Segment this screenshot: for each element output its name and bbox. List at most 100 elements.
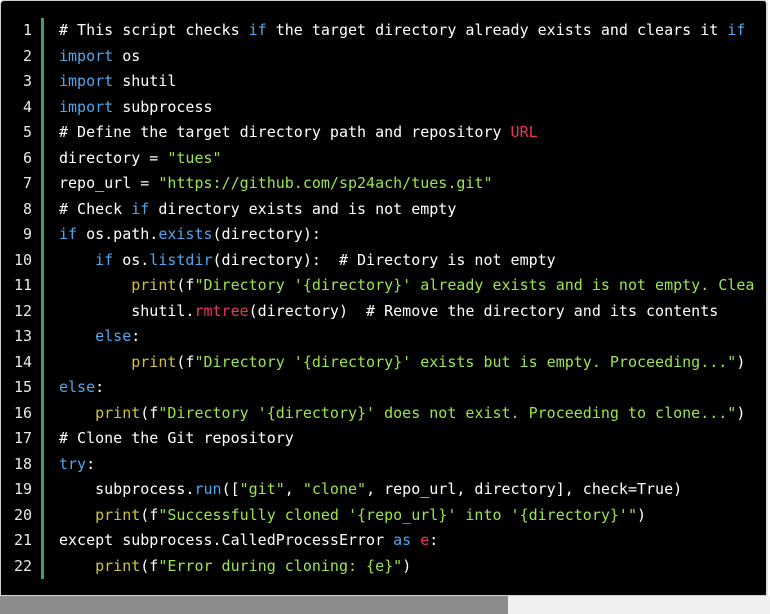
- code-token: (f: [140, 556, 159, 575]
- code-token: "Successfully cloned '{repo_url}' into '…: [158, 505, 637, 524]
- code-token: "https://github.com/sp24ach/tues.git": [158, 174, 493, 192]
- code-token: ): [636, 505, 647, 524]
- line-number: 19: [13, 480, 32, 498]
- code-token: ): [736, 352, 746, 371]
- code-token: (directory):: [212, 225, 321, 243]
- code-token: os.: [113, 250, 150, 269]
- code-editor[interactable]: 1 2 3 4 5 6 7 8 9 10 11 12 13 14 15 16 17 18 19 20 21 22 # Th…: [0, 0, 768, 596]
- line-number: 21: [13, 531, 32, 549]
- code-token: "Directory '{directory}' does not exist.…: [158, 403, 737, 422]
- line-number: 5: [22, 123, 32, 141]
- code-token: print: [95, 505, 141, 524]
- code-line[interactable]: if os.listdir(directory): # Directory is…: [59, 248, 766, 274]
- code-token: except subprocess.CalledProcessError: [59, 531, 394, 549]
- code-line[interactable]: print(f"Error during cloning: {e}"): [59, 554, 766, 580]
- code-token: directory exists and is not empty: [149, 199, 457, 218]
- code-token: print: [131, 276, 177, 294]
- code-line[interactable]: try:: [59, 452, 766, 478]
- code-token: (f: [140, 403, 159, 422]
- code-token: (f: [140, 505, 159, 524]
- code-line[interactable]: else:: [59, 375, 766, 401]
- code-token: as: [393, 531, 412, 549]
- code-token: if: [131, 199, 150, 218]
- code-token: "Directory '{directory}' already exists …: [194, 276, 755, 294]
- code-token: print: [95, 556, 141, 575]
- line-number: 7: [22, 174, 32, 192]
- line-number: 9: [22, 225, 32, 243]
- code-line[interactable]: print(f"Directory '{directory}' does not…: [59, 401, 766, 427]
- code-line[interactable]: directory = "tues": [59, 146, 766, 172]
- code-line[interactable]: print(f"Successfully cloned '{repo_url}'…: [59, 503, 766, 529]
- code-area[interactable]: # This script checks if the target direc…: [59, 18, 766, 579]
- code-token: "Directory '{directory}' exists but is e…: [194, 352, 737, 371]
- code-token: if: [248, 21, 267, 39]
- code-token: if: [95, 250, 114, 269]
- code-line[interactable]: if os.path.exists(directory):: [59, 222, 766, 248]
- code-token: exists: [158, 225, 213, 243]
- code-token: subprocess: [113, 97, 213, 116]
- code-token: import: [59, 97, 114, 116]
- code-token: print: [131, 352, 177, 371]
- line-number: 11: [13, 276, 32, 294]
- code-line[interactable]: shutil.rmtree(directory) # Remove the di…: [59, 299, 766, 325]
- line-number: 12: [13, 301, 32, 320]
- code-token: # Clone the Git repository: [59, 429, 294, 447]
- code-line[interactable]: # This script checks if the target direc…: [59, 18, 766, 44]
- code-token: :: [131, 327, 141, 345]
- line-number: 13: [13, 327, 32, 345]
- code-token: shutil: [113, 72, 177, 90]
- code-token: ): [736, 403, 746, 422]
- line-number: 15: [13, 378, 32, 396]
- line-number: 2: [22, 46, 32, 65]
- code-line[interactable]: # Check if directory exists and is not e…: [59, 197, 766, 223]
- line-number: 20: [13, 505, 32, 524]
- code-token: :: [95, 378, 105, 396]
- code-token: the target directory already exists and …: [266, 21, 728, 39]
- code-line[interactable]: except subprocess.CalledProcessError as …: [59, 528, 766, 554]
- line-number: 8: [22, 199, 32, 218]
- code-token: print: [95, 403, 141, 422]
- code-token: "Error during cloning: {e}": [158, 556, 403, 575]
- code-token: else: [95, 327, 132, 345]
- scrollbar-thumb[interactable]: [0, 596, 509, 614]
- code-token: (directory) # Remove the directory and i…: [248, 301, 719, 320]
- code-token: (f: [176, 352, 195, 371]
- code-token: import: [59, 46, 114, 65]
- code-line[interactable]: import os: [59, 44, 766, 70]
- line-number: 18: [13, 454, 32, 473]
- code-line[interactable]: print(f"Directory '{directory}' already …: [59, 273, 766, 299]
- code-token: ,: [284, 480, 303, 498]
- code-token: rmtree: [194, 301, 249, 320]
- line-number: 17: [13, 429, 32, 447]
- code-token: URL: [510, 123, 538, 141]
- horizontal-scrollbar[interactable]: [0, 596, 770, 614]
- code-token: directory =: [59, 148, 168, 167]
- code-token: os.path.: [77, 225, 159, 243]
- code-line[interactable]: else:: [59, 324, 766, 350]
- code-token: try: [59, 454, 87, 473]
- code-token: (f: [176, 276, 195, 294]
- code-line[interactable]: subprocess.run(["git", "clone", repo_url…: [59, 477, 766, 503]
- code-line[interactable]: print(f"Directory '{directory}' exists b…: [59, 350, 766, 376]
- code-line[interactable]: # Define the target directory path and r…: [59, 120, 766, 146]
- code-line[interactable]: repo_url = "https://github.com/sp24ach/t…: [59, 171, 766, 197]
- code-token: "tues": [167, 148, 222, 167]
- code-line[interactable]: import shutil: [59, 69, 766, 95]
- code-token: # Check: [59, 199, 132, 218]
- line-number: 16: [13, 403, 32, 422]
- code-line[interactable]: # Clone the Git repository: [59, 426, 766, 452]
- line-number: 14: [13, 352, 32, 371]
- line-number: 1: [22, 21, 32, 39]
- gutter-divider: [41, 18, 44, 579]
- code-token: :: [86, 454, 96, 473]
- code-token: if: [59, 225, 78, 243]
- code-token: shutil.: [59, 301, 195, 320]
- code-line[interactable]: import subprocess: [59, 95, 766, 121]
- code-token: os: [113, 46, 141, 65]
